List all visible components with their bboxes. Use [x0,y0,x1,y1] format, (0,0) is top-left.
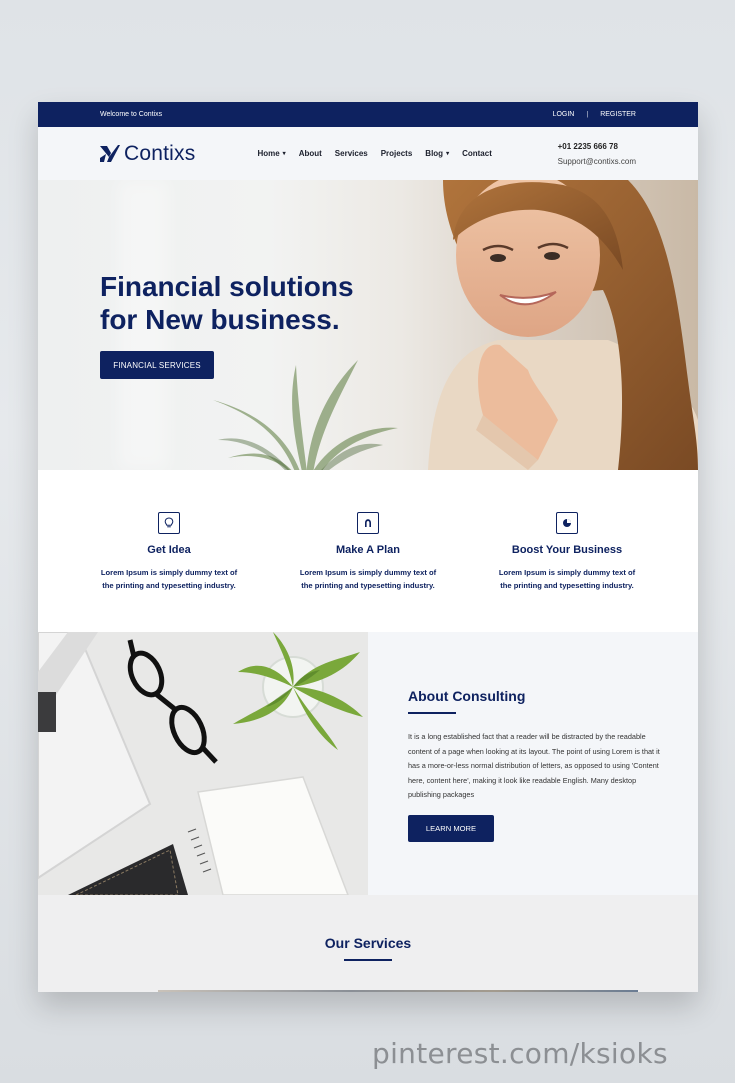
nav-item-about[interactable]: About [299,149,322,158]
pie-chart-icon [556,512,578,534]
logo-mark-icon [100,144,120,162]
main-nav: Home ▾ About Services Projects Blog ▾ Cont… [257,149,491,158]
site-header: Contixs Home ▾ About Services Projects Bl… [38,127,698,180]
hero-section: Financial solutions for New business. FI… [38,180,698,470]
feature-text: Lorem Ipsum is simply dummy text of the … [100,568,238,590]
feature-card: Make A Plan Lorem Ipsum is simply dummy … [299,512,437,632]
about-title: About Consulting [408,688,526,704]
logo[interactable]: Contixs [100,142,195,166]
brand-name: Contixs [124,141,196,165]
nav-label: Home [257,149,280,158]
welcome-text: Welcome to Contixs [100,111,163,118]
nav-item-home[interactable]: Home ▾ [257,149,285,158]
feature-text: Lorem Ipsum is simply dummy text of the … [498,568,636,590]
services-preview-strip [158,990,638,992]
nav-label: Blog [425,149,444,158]
website-mockup: Welcome to Contixs LOGIN | REGISTER Cont… [38,102,698,992]
nav-item-contact[interactable]: Contact [462,149,492,158]
about-section: About Consulting It is a long establishe… [38,632,698,895]
desk-illustration [38,632,368,895]
feature-title: Boost Your Business [511,544,623,556]
services-title: Our Services [324,935,412,951]
support-email[interactable]: Support@contixs.com [558,154,636,169]
title-underline [408,712,456,714]
login-link[interactable]: LOGIN [553,111,575,118]
woman-photo [428,180,698,470]
top-bar: Welcome to Contixs LOGIN | REGISTER [38,102,698,127]
feature-title: Get Idea [147,544,191,556]
lightbulb-icon [158,512,180,534]
about-content: About Consulting It is a long establishe… [368,632,698,895]
plant-image [213,360,398,470]
contact-info: +01 2235 666 78 Support@contixs.com [558,139,636,169]
chevron-down-icon: ▾ [446,151,450,157]
register-link[interactable]: REGISTER [600,111,636,118]
nav-item-projects[interactable]: Projects [381,149,413,158]
hero-title-line2: for New business. [100,304,340,335]
nav-item-blog[interactable]: Blog ▾ [425,149,449,158]
chevron-down-icon: ▾ [282,151,286,157]
desk-photo [38,632,368,895]
hero-title: Financial solutions for New business. [100,270,400,336]
financial-services-button[interactable]: FINANCIAL SERVICES [100,351,214,379]
services-section: Our Services [38,895,698,992]
feature-card: Boost Your Business Lorem Ipsum is simpl… [498,512,636,632]
auth-separator: | [586,111,589,118]
hero-title-line1: Financial solutions [100,271,354,302]
nav-item-services[interactable]: Services [335,149,368,158]
feature-title: Make A Plan [336,544,400,556]
feature-card: Get Idea Lorem Ipsum is simply dummy tex… [100,512,238,632]
feature-text: Lorem Ipsum is simply dummy text of the … [299,568,437,590]
features-section: Get Idea Lorem Ipsum is simply dummy tex… [38,470,698,632]
auth-links: LOGIN | REGISTER [553,111,636,118]
phone-number: +01 2235 666 78 [557,142,618,151]
magnet-icon [357,512,379,534]
watermark: pinterest.com/ksioks [372,1037,668,1070]
title-underline [344,959,392,961]
learn-more-button[interactable]: LEARN MORE [408,814,494,842]
about-text: It is a long established fact that a rea… [408,732,660,799]
